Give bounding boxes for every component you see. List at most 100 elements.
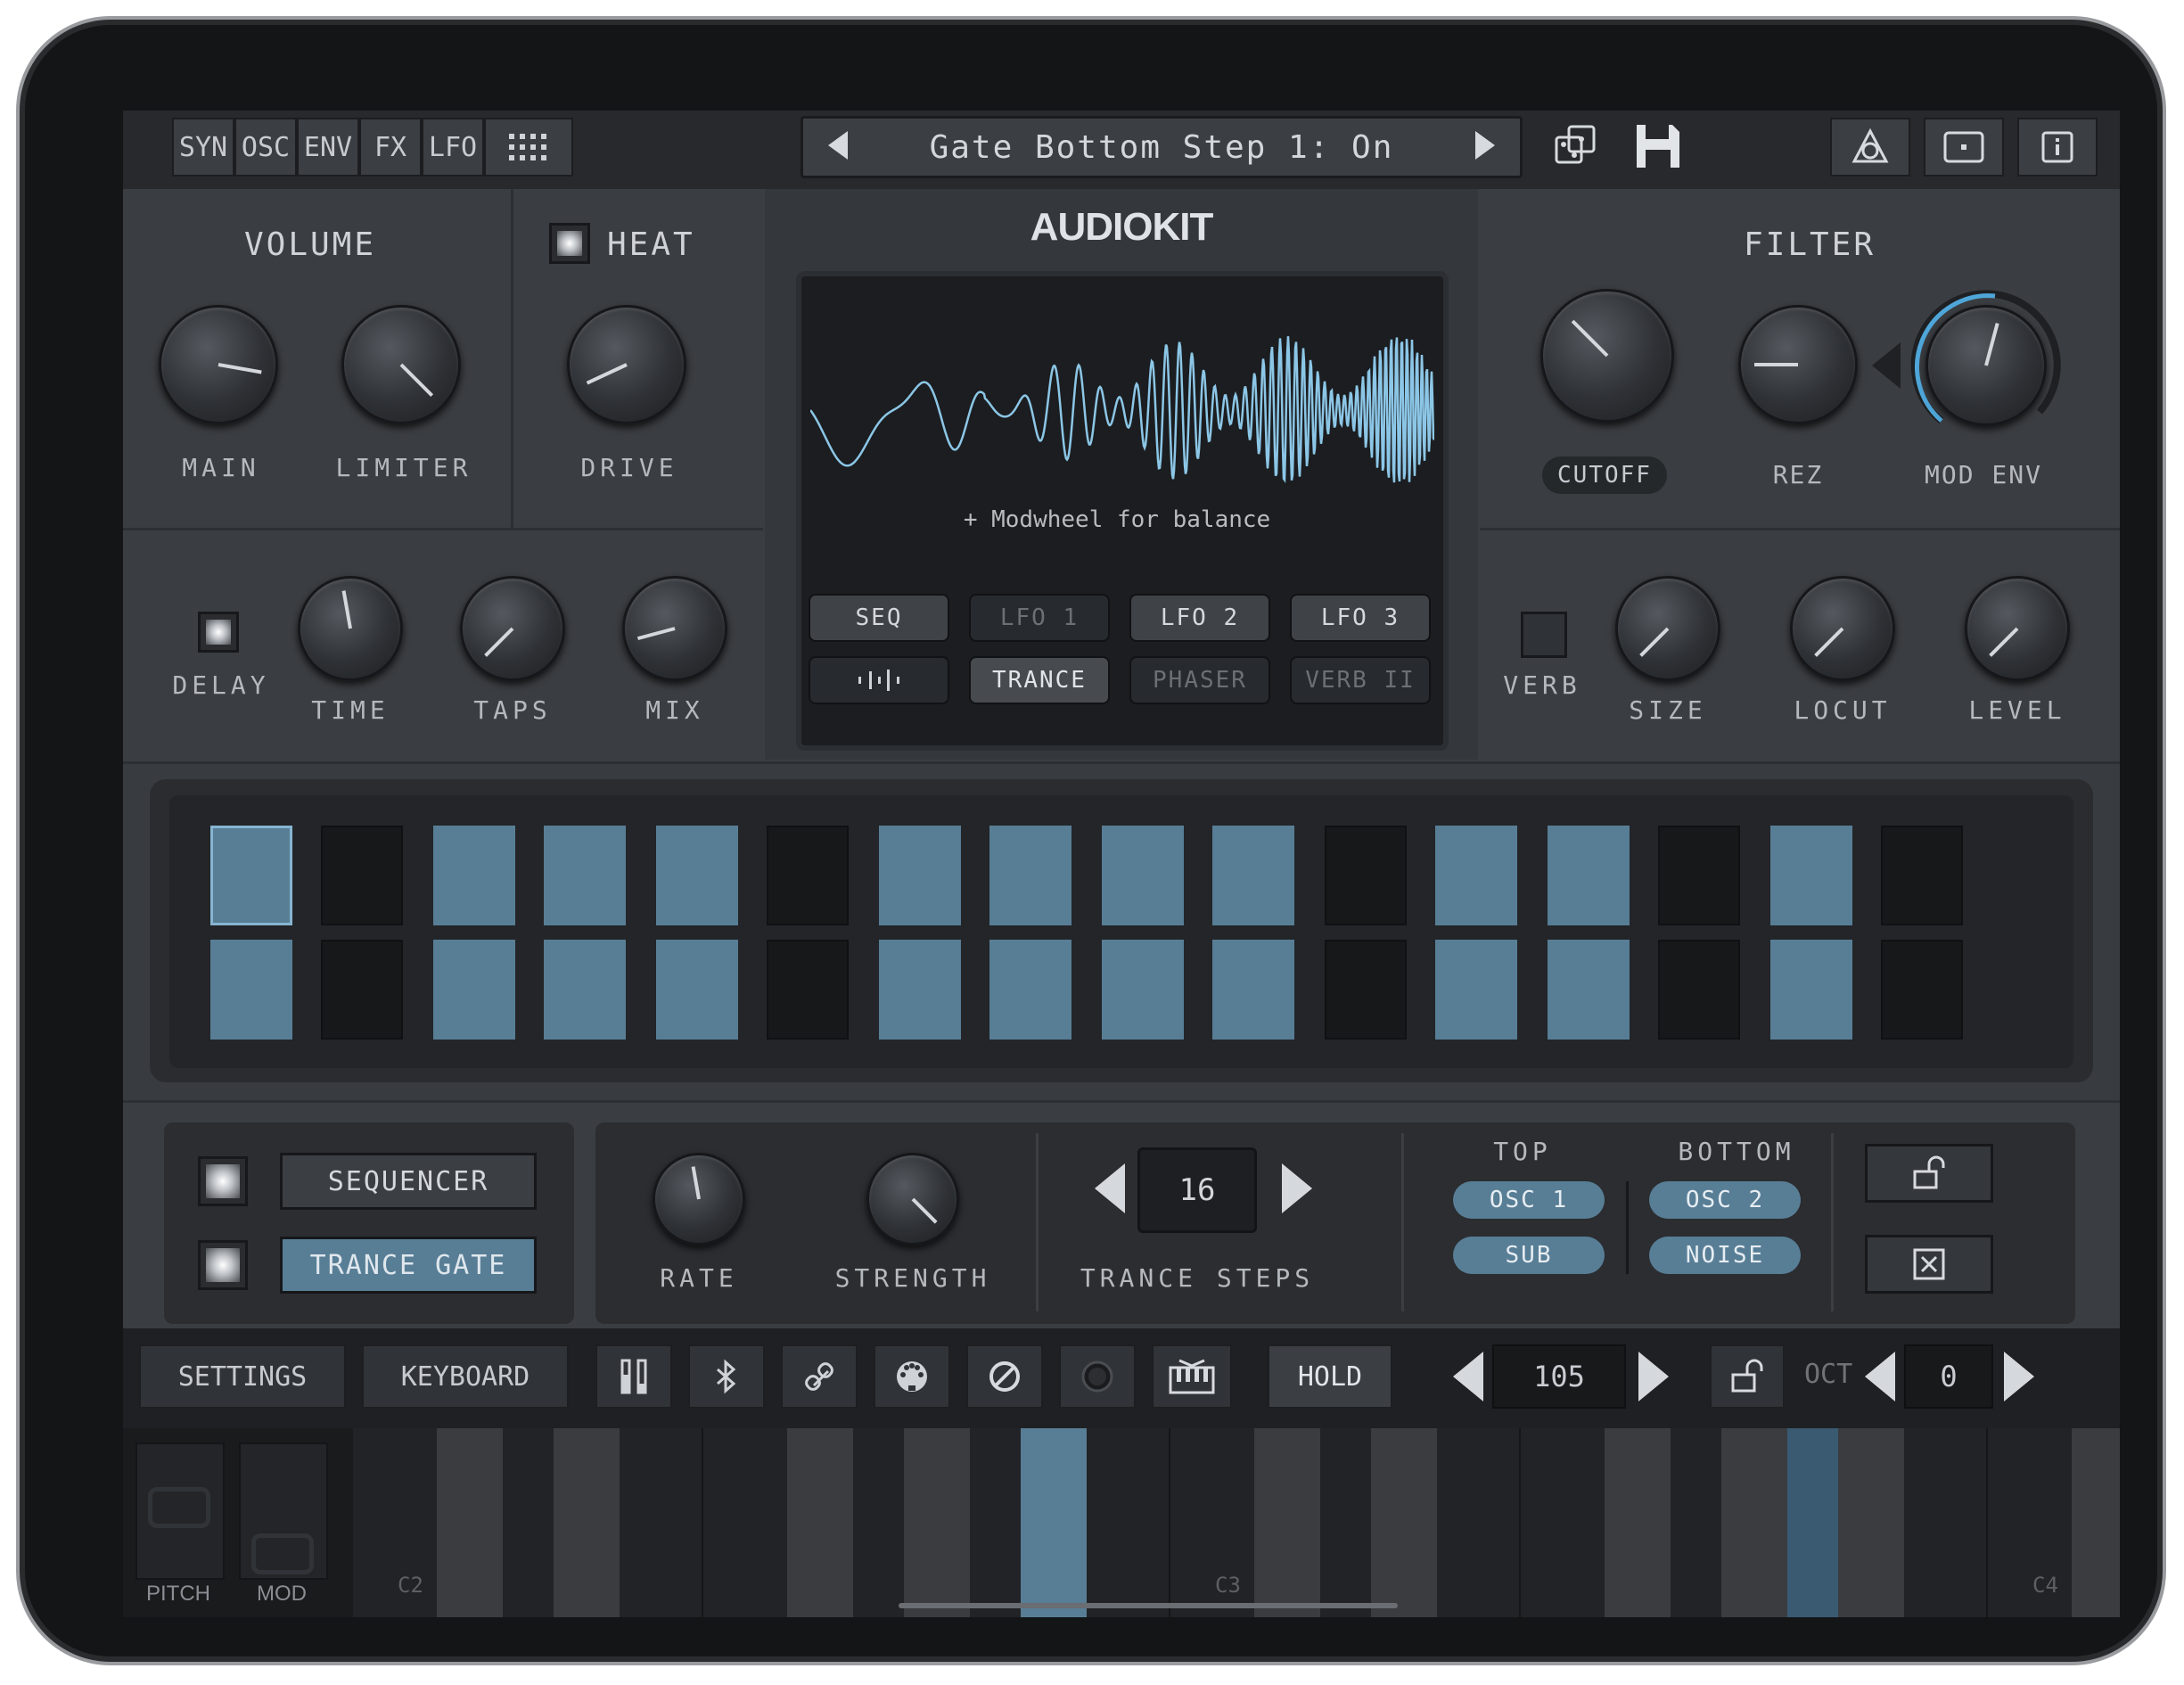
sequencer-step[interactable] bbox=[989, 826, 1071, 925]
sequencer-step[interactable] bbox=[879, 940, 961, 1040]
delay-toggle[interactable] bbox=[198, 612, 239, 653]
tab-osc[interactable]: OSC bbox=[234, 118, 297, 177]
sequencer-step[interactable] bbox=[1881, 826, 1963, 925]
bottom-osc2-button[interactable]: OSC 2 bbox=[1649, 1181, 1801, 1219]
limiter-knob[interactable] bbox=[341, 305, 461, 424]
oct-increment-icon[interactable] bbox=[2004, 1352, 2034, 1401]
verb-level-knob[interactable] bbox=[1965, 576, 2070, 681]
trance-gate-mode-button[interactable]: TRANCE GATE bbox=[280, 1237, 537, 1294]
sequencer-step[interactable] bbox=[1881, 940, 1963, 1040]
sequencer-step[interactable] bbox=[433, 940, 515, 1040]
heat-toggle[interactable] bbox=[549, 223, 590, 264]
audiobus-icon[interactable] bbox=[1830, 118, 1910, 177]
sequencer-step[interactable] bbox=[1212, 826, 1294, 925]
clear-button[interactable] bbox=[1865, 1235, 1993, 1294]
sliders-button[interactable] bbox=[595, 1344, 672, 1409]
sequencer-step[interactable] bbox=[544, 826, 626, 925]
record-button[interactable] bbox=[1059, 1344, 1136, 1409]
sequencer-step[interactable] bbox=[1548, 940, 1630, 1040]
black-key[interactable] bbox=[1838, 1428, 1904, 1617]
delay-mix-knob[interactable] bbox=[622, 576, 727, 681]
sequencer-step[interactable] bbox=[321, 940, 403, 1040]
sequencer-step[interactable] bbox=[1325, 826, 1407, 925]
display-lfo2-button[interactable]: LFO 2 bbox=[1129, 594, 1270, 642]
tab-env[interactable]: ENV bbox=[297, 118, 359, 177]
hold-button[interactable]: HOLD bbox=[1268, 1344, 1392, 1409]
sequencer-step[interactable] bbox=[767, 940, 849, 1040]
unlock-button[interactable] bbox=[1865, 1144, 1993, 1203]
cutoff-knob[interactable] bbox=[1540, 289, 1674, 423]
verb-size-knob[interactable] bbox=[1615, 576, 1720, 681]
keyboard-button[interactable]: KEYBOARD bbox=[362, 1344, 569, 1409]
verb-locut-knob[interactable] bbox=[1790, 576, 1895, 681]
rez-knob[interactable] bbox=[1738, 305, 1858, 424]
sequencer-step[interactable] bbox=[210, 940, 292, 1040]
preset-display[interactable]: Gate Bottom Step 1: On bbox=[801, 116, 1523, 178]
sequencer-toggle[interactable] bbox=[198, 1156, 248, 1206]
sequencer-step[interactable] bbox=[656, 940, 738, 1040]
mod-wheel[interactable] bbox=[239, 1443, 328, 1580]
bluetooth-button[interactable] bbox=[688, 1344, 765, 1409]
sequencer-mode-button[interactable]: SEQUENCER bbox=[280, 1153, 537, 1210]
rate-knob[interactable] bbox=[653, 1153, 745, 1245]
sequencer-step[interactable] bbox=[210, 826, 292, 925]
bpm-decrement-icon[interactable] bbox=[1453, 1352, 1483, 1401]
display-trance-button[interactable]: TRANCE bbox=[969, 656, 1110, 704]
display-meter-button[interactable] bbox=[809, 656, 949, 704]
sequencer-step[interactable] bbox=[1770, 826, 1852, 925]
delay-time-knob[interactable] bbox=[298, 576, 403, 681]
black-key[interactable] bbox=[554, 1428, 620, 1617]
drive-knob[interactable] bbox=[567, 305, 686, 424]
tab-syn[interactable]: SYN bbox=[172, 118, 234, 177]
save-icon[interactable] bbox=[1631, 119, 1685, 173]
top-sub-button[interactable]: SUB bbox=[1453, 1237, 1605, 1274]
display-phaser-button[interactable]: PHASER bbox=[1129, 656, 1270, 704]
main-volume-knob[interactable] bbox=[159, 305, 278, 424]
dice-icon[interactable] bbox=[1551, 121, 1601, 171]
display-lfo3-button[interactable]: LFO 3 bbox=[1290, 594, 1431, 642]
verb-toggle[interactable] bbox=[1521, 612, 1567, 658]
display-seq-button[interactable]: SEQ bbox=[809, 594, 949, 642]
display-verb2-button[interactable]: VERB II bbox=[1290, 656, 1431, 704]
grid-icon[interactable] bbox=[484, 118, 573, 177]
prev-preset-icon[interactable] bbox=[826, 129, 850, 169]
trance-steps-value[interactable]: 16 bbox=[1137, 1147, 1257, 1233]
sequencer-step[interactable] bbox=[1435, 940, 1517, 1040]
tab-fx[interactable]: FX bbox=[359, 118, 422, 177]
bottom-noise-button[interactable]: NOISE bbox=[1649, 1237, 1801, 1274]
sequencer-step[interactable] bbox=[1548, 826, 1630, 925]
midi-button[interactable] bbox=[874, 1344, 950, 1409]
sequencer-step[interactable] bbox=[321, 826, 403, 925]
mod-env-arrow-icon[interactable] bbox=[1870, 341, 1902, 394]
info-icon[interactable] bbox=[2017, 118, 2098, 177]
sequencer-step[interactable] bbox=[989, 940, 1071, 1040]
black-key[interactable] bbox=[1371, 1428, 1437, 1617]
sequencer-step[interactable] bbox=[544, 940, 626, 1040]
bpm-value[interactable]: 105 bbox=[1492, 1344, 1626, 1409]
sequencer-step[interactable] bbox=[1102, 940, 1184, 1040]
black-key[interactable] bbox=[1254, 1428, 1320, 1617]
sequencer-step[interactable] bbox=[879, 826, 961, 925]
steps-increment-icon[interactable] bbox=[1282, 1163, 1312, 1213]
sequencer-step[interactable] bbox=[1325, 940, 1407, 1040]
sequencer-step[interactable] bbox=[767, 826, 849, 925]
next-preset-icon[interactable] bbox=[1474, 129, 1497, 169]
window-icon[interactable] bbox=[1924, 118, 2004, 177]
black-key[interactable] bbox=[1605, 1428, 1671, 1617]
top-osc1-button[interactable]: OSC 1 bbox=[1453, 1181, 1605, 1219]
delay-taps-knob[interactable] bbox=[460, 576, 565, 681]
black-key[interactable] bbox=[787, 1428, 853, 1617]
black-key[interactable] bbox=[1721, 1428, 1787, 1617]
sequencer-step[interactable] bbox=[1770, 940, 1852, 1040]
black-key[interactable] bbox=[904, 1428, 970, 1617]
panic-button[interactable] bbox=[966, 1344, 1043, 1409]
oct-decrement-icon[interactable] bbox=[1865, 1352, 1895, 1401]
sequencer-step[interactable] bbox=[1658, 826, 1740, 925]
oct-value[interactable]: 0 bbox=[1904, 1344, 1993, 1409]
bpm-increment-icon[interactable] bbox=[1638, 1352, 1669, 1401]
black-key[interactable] bbox=[1021, 1428, 1087, 1617]
tempo-lock-button[interactable] bbox=[1710, 1344, 1785, 1409]
sequencer-step[interactable] bbox=[1435, 826, 1517, 925]
sequencer-step[interactable] bbox=[433, 826, 515, 925]
mod-env-knob[interactable] bbox=[1925, 305, 2047, 426]
